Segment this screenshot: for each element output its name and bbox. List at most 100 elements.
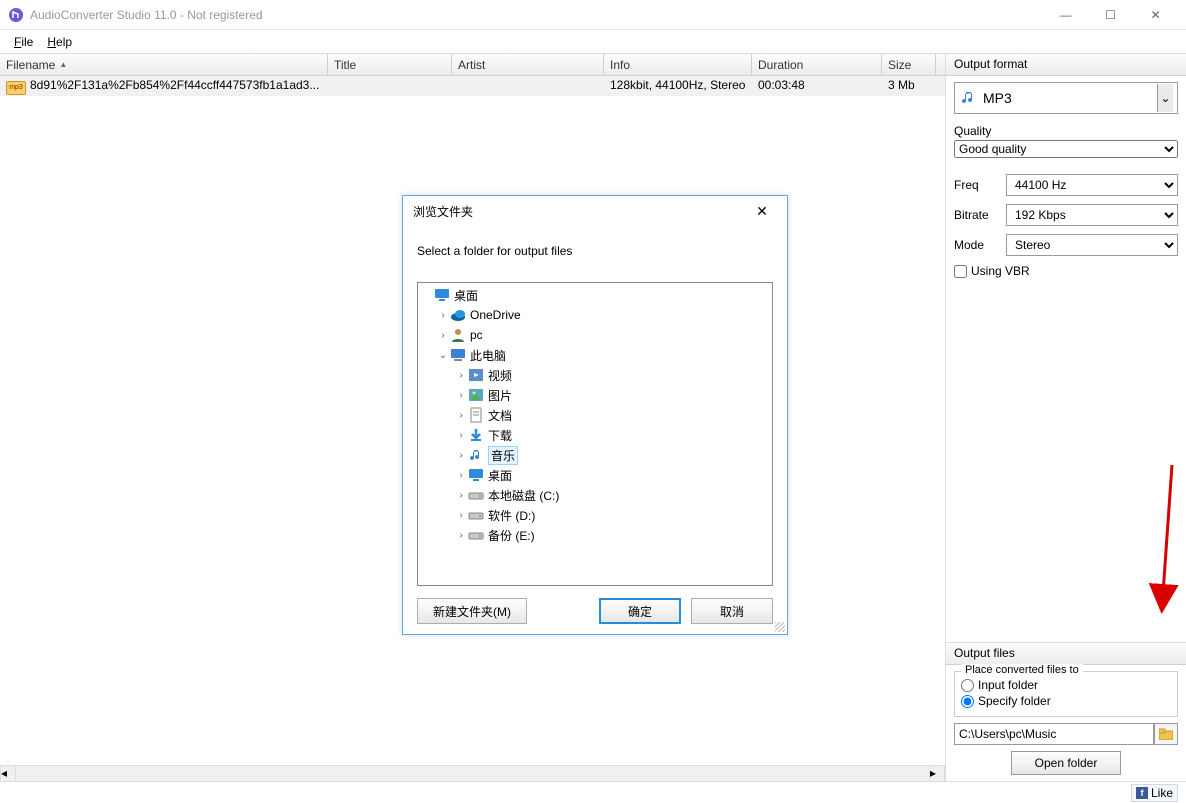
expand-icon[interactable]: ›: [436, 330, 450, 341]
expand-icon[interactable]: ›: [454, 370, 468, 381]
ok-button[interactable]: 确定: [599, 598, 681, 624]
tree-item-label: 文档: [488, 407, 512, 424]
drive-icon: [468, 527, 484, 543]
quality-select[interactable]: Good quality: [954, 140, 1178, 158]
folder-tree[interactable]: 桌面›OneDrive›pc⌄此电脑›视频›图片›文档›下载›音乐›桌面›本地磁…: [417, 282, 773, 586]
tree-item-label: 桌面: [488, 467, 512, 484]
col-artist[interactable]: Artist: [452, 54, 604, 75]
col-size[interactable]: Size: [882, 54, 936, 75]
tree-item-label: 下载: [488, 427, 512, 444]
tree-item-label: 音乐: [488, 446, 518, 465]
output-format-select[interactable]: MP3 ⌄: [954, 82, 1178, 114]
tree-item[interactable]: › OneDrive: [418, 305, 772, 325]
user-icon: [450, 327, 466, 343]
tree-item-label: OneDrive: [470, 308, 521, 322]
radio-specify-folder[interactable]: [961, 695, 974, 708]
quality-label: Quality: [954, 124, 1178, 138]
tree-item[interactable]: › 桌面: [418, 465, 772, 485]
tree-item[interactable]: › 备份 (E:): [418, 525, 772, 545]
facebook-like-button[interactable]: f Like: [1131, 784, 1178, 802]
pictures-icon: [468, 387, 484, 403]
tree-item-label: 备份 (E:): [488, 527, 535, 544]
music-note-icon: [959, 89, 977, 107]
expand-icon[interactable]: ›: [454, 510, 468, 521]
browse-folder-button[interactable]: [1154, 723, 1178, 745]
tree-item-label: 软件 (D:): [488, 507, 535, 524]
tree-item-label: 桌面: [454, 287, 478, 304]
settings-panel: Output format MP3 ⌄ Quality Good quality…: [946, 54, 1186, 781]
dialog-title: 浏览文件夹: [413, 203, 473, 220]
tree-item[interactable]: › 软件 (D:): [418, 505, 772, 525]
maximize-button[interactable]: ☐: [1088, 0, 1133, 30]
col-filename[interactable]: Filename▲: [0, 54, 328, 75]
bitrate-select[interactable]: 192 Kbps: [1006, 204, 1178, 226]
download-icon: [468, 427, 484, 443]
minimize-button[interactable]: —: [1043, 0, 1088, 30]
facebook-icon: f: [1136, 787, 1148, 799]
using-vbr-label: Using VBR: [971, 264, 1030, 278]
menu-bar: File Help: [0, 30, 1186, 54]
expand-icon[interactable]: ›: [454, 490, 468, 501]
bitrate-label: Bitrate: [954, 208, 1006, 222]
cancel-button[interactable]: 取消: [691, 598, 773, 624]
tree-item[interactable]: 桌面: [418, 285, 772, 305]
mode-select[interactable]: Stereo: [1006, 234, 1178, 256]
status-bar: f Like: [0, 781, 1186, 803]
table-header: Filename▲ Title Artist Info Duration Siz…: [0, 54, 945, 76]
output-files-header: Output files: [946, 643, 1186, 665]
tree-item-label: 此电脑: [470, 347, 506, 364]
expand-icon[interactable]: ›: [454, 430, 468, 441]
window-titlebar: AudioConverter Studio 11.0 - Not registe…: [0, 0, 1186, 30]
music-icon: [468, 447, 484, 463]
folder-icon: [1159, 728, 1173, 740]
browse-folder-dialog: 浏览文件夹 ✕ Select a folder for output files…: [402, 195, 788, 635]
col-duration[interactable]: Duration: [752, 54, 882, 75]
expand-icon[interactable]: ⌄: [436, 350, 450, 361]
mode-label: Mode: [954, 238, 1006, 252]
dialog-instruction: Select a folder for output files: [417, 232, 773, 282]
desktop2-icon: [468, 467, 484, 483]
using-vbr-checkbox[interactable]: [954, 265, 967, 278]
expand-icon[interactable]: ›: [454, 530, 468, 541]
resize-grip[interactable]: [775, 622, 785, 632]
output-format-header: Output format: [946, 54, 1186, 76]
app-icon: [8, 7, 24, 23]
expand-icon[interactable]: ›: [454, 410, 468, 421]
tree-item[interactable]: › 文档: [418, 405, 772, 425]
menu-help[interactable]: Help: [41, 33, 78, 51]
new-folder-button[interactable]: 新建文件夹(M): [417, 598, 527, 624]
output-path-input[interactable]: [954, 723, 1154, 745]
tree-item[interactable]: › 音乐: [418, 445, 772, 465]
freq-label: Freq: [954, 178, 1006, 192]
tree-item[interactable]: › 下载: [418, 425, 772, 445]
close-button[interactable]: ✕: [1133, 0, 1178, 30]
expand-icon[interactable]: ›: [454, 470, 468, 481]
pc-icon: [450, 347, 466, 363]
tree-item[interactable]: › 视频: [418, 365, 772, 385]
dialog-close-button[interactable]: ✕: [747, 203, 777, 220]
chevron-down-icon: ⌄: [1157, 84, 1173, 112]
col-title[interactable]: Title: [328, 54, 452, 75]
tree-item-label: 视频: [488, 367, 512, 384]
table-row[interactable]: mp38d91%2F131a%2Fb854%2Ff44ccff447573fb1…: [0, 76, 945, 96]
place-files-group: Place converted files to Input folder Sp…: [954, 671, 1178, 717]
onedrive-icon: [450, 307, 466, 323]
open-folder-button[interactable]: Open folder: [1011, 751, 1121, 775]
radio-input-folder[interactable]: [961, 679, 974, 692]
col-info[interactable]: Info: [604, 54, 752, 75]
tree-item-label: 图片: [488, 387, 512, 404]
freq-select[interactable]: 44100 Hz: [1006, 174, 1178, 196]
tree-item-label: pc: [470, 328, 483, 342]
tree-item[interactable]: › 图片: [418, 385, 772, 405]
menu-file[interactable]: File: [8, 33, 39, 51]
dialog-titlebar[interactable]: 浏览文件夹 ✕: [403, 196, 787, 226]
tree-item[interactable]: › pc: [418, 325, 772, 345]
window-title: AudioConverter Studio 11.0 - Not registe…: [30, 8, 1043, 22]
expand-icon[interactable]: ›: [454, 450, 468, 461]
drive-icon: [468, 507, 484, 523]
tree-item[interactable]: ⌄ 此电脑: [418, 345, 772, 365]
tree-item[interactable]: ›本地磁盘 (C:): [418, 485, 772, 505]
horizontal-scrollbar[interactable]: ◂▸: [0, 765, 945, 781]
expand-icon[interactable]: ›: [454, 390, 468, 401]
expand-icon[interactable]: ›: [436, 310, 450, 321]
